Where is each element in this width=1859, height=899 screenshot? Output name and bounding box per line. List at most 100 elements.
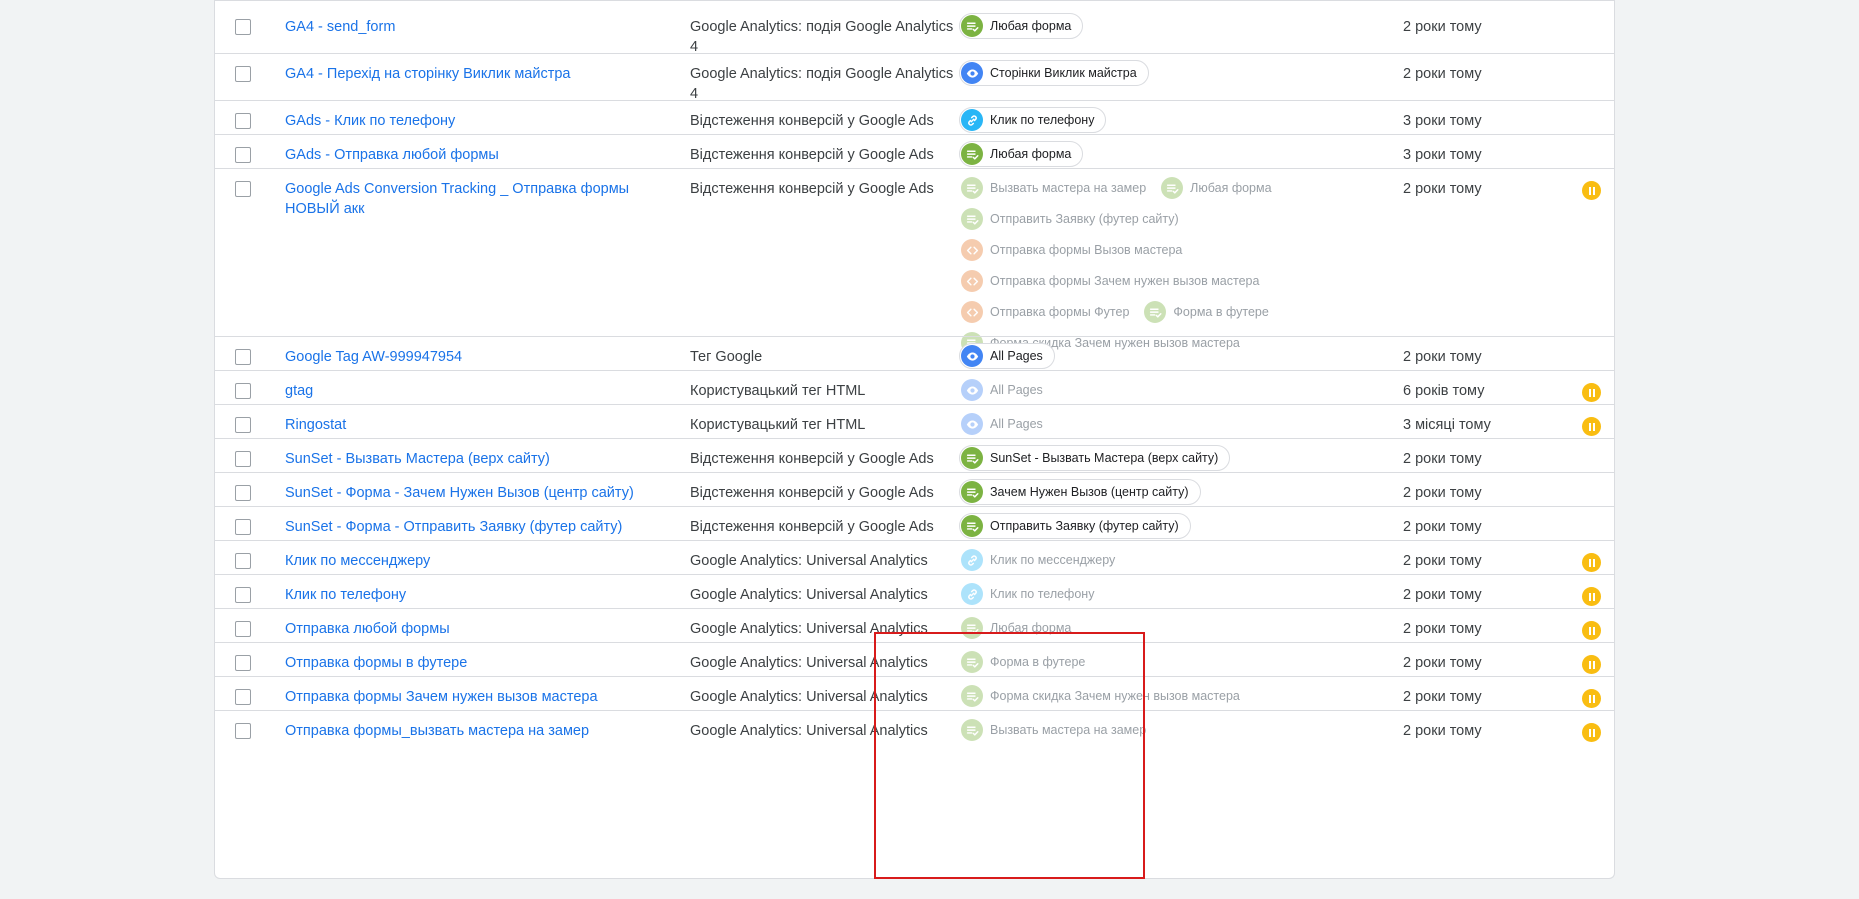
trigger-chip[interactable]: Форма в футере (959, 649, 1086, 675)
trigger-chip[interactable]: Отправка формы Футер (959, 299, 1130, 325)
trigger-chip[interactable]: Отправить Заявку (футер сайту) (959, 206, 1180, 232)
row-checkbox[interactable] (235, 147, 251, 163)
table-row[interactable]: Отправка формы Зачем нужен вызов мастера… (215, 676, 1614, 710)
tag-name-link[interactable]: SunSet - Форма - Зачем Нужен Вызов (цент… (285, 485, 634, 501)
tag-name-link[interactable]: gtag (285, 383, 313, 399)
paused-icon (1582, 723, 1601, 742)
paused-icon (1582, 655, 1601, 674)
table-row[interactable]: gtag Користувацький тег HTML All Pages 6… (215, 370, 1614, 404)
tag-name-link[interactable]: Отправка любой формы (285, 621, 450, 637)
trigger-chip[interactable]: Любая форма (1159, 175, 1272, 201)
row-checkbox-cell (215, 405, 285, 433)
row-checkbox[interactable] (235, 113, 251, 129)
row-checkbox[interactable] (235, 655, 251, 671)
trigger-chip[interactable]: All Pages (959, 411, 1044, 437)
table-row[interactable]: Отправка любой формы Google Analytics: U… (215, 608, 1614, 642)
row-checkbox[interactable] (235, 621, 251, 637)
row-checkbox[interactable] (235, 553, 251, 569)
table-row[interactable]: SunSet - Форма - Отправить Заявку (футер… (215, 506, 1614, 540)
tag-type: Тег Google (690, 349, 763, 365)
tag-name-link[interactable]: GAds - Отправка любой формы (285, 147, 499, 163)
tag-name-link[interactable]: Google Ads Conversion Tracking _ Отправк… (285, 181, 629, 217)
trigger-chip[interactable]: Отправка формы Вызов мастера (959, 237, 1183, 263)
row-checkbox[interactable] (235, 485, 251, 501)
table-row[interactable]: Google Tag AW-999947954 Тег Google All P… (215, 336, 1614, 370)
trigger-chip[interactable]: Форма скидка Зачем нужен вызов мастера (959, 683, 1241, 709)
tag-name-link[interactable]: Отправка формы_вызвать мастера на замер (285, 723, 589, 739)
tag-name-link[interactable]: GA4 - send_form (285, 19, 395, 35)
trigger-chip[interactable]: Клик по мессенджеру (959, 547, 1116, 573)
trigger-label: Отправить Заявку (футер сайту) (990, 519, 1179, 533)
tag-name-cell: Отправка формы Зачем нужен вызов мастера (285, 677, 690, 707)
status-cell (1582, 473, 1612, 485)
trigger-label: Форма в футере (1173, 305, 1269, 319)
trigger-chip[interactable]: Отправить Заявку (футер сайту) (959, 513, 1191, 539)
trigger-chip[interactable]: Сторінки Виклик майстра (959, 60, 1149, 86)
form-icon (1161, 177, 1184, 199)
row-checkbox-cell (215, 473, 285, 501)
table-row[interactable]: Отправка формы_вызвать мастера на замер … (215, 710, 1614, 744)
row-checkbox[interactable] (235, 689, 251, 705)
tag-name-link[interactable]: Клик по мессенджеру (285, 553, 430, 569)
table-row[interactable]: Отправка формы в футере Google Analytics… (215, 642, 1614, 676)
tag-name-link[interactable]: Отправка формы Зачем нужен вызов мастера (285, 689, 598, 705)
table-row[interactable]: Клик по телефону Google Analytics: Unive… (215, 574, 1614, 608)
row-checkbox[interactable] (235, 723, 251, 739)
trigger-chip[interactable]: All Pages (959, 377, 1044, 403)
tag-name-link[interactable]: GA4 - Перехід на сторінку Виклик майстра (285, 66, 571, 82)
row-checkbox[interactable] (235, 383, 251, 399)
table-row[interactable]: GAds - Клик по телефону Відстеження конв… (215, 100, 1614, 134)
form-icon (961, 177, 983, 199)
row-checkbox[interactable] (235, 451, 251, 467)
trigger-chip[interactable]: Клик по телефону (959, 581, 1095, 607)
last-edited: 2 роки тому (1403, 587, 1482, 603)
trigger-chip[interactable]: Форма в футере (1142, 299, 1269, 325)
trigger-chip[interactable]: Вызвать мастера на замер (959, 175, 1147, 201)
row-checkbox-cell (215, 169, 285, 197)
row-checkbox[interactable] (235, 19, 251, 35)
link-icon (961, 109, 983, 131)
trigger-label: Отправка формы Зачем нужен вызов мастера (990, 274, 1260, 288)
trigger-chip[interactable]: Вызвать мастера на замер (959, 717, 1147, 743)
tag-name-link[interactable]: Ringostat (285, 417, 346, 433)
firing-triggers: Любая форма (959, 7, 1403, 43)
table-row[interactable]: GA4 - send_form Google Analytics: подія … (215, 0, 1614, 55)
trigger-chip[interactable]: Отправка формы Зачем нужен вызов мастера (959, 268, 1260, 294)
row-checkbox-cell (215, 135, 285, 163)
row-checkbox[interactable] (235, 587, 251, 603)
table-row[interactable]: GAds - Отправка любой формы Відстеження … (215, 134, 1614, 168)
trigger-chip[interactable]: Любая форма (959, 615, 1072, 641)
table-row[interactable]: SunSet - Форма - Зачем Нужен Вызов (цент… (215, 472, 1614, 506)
row-checkbox[interactable] (235, 519, 251, 535)
row-checkbox-cell (215, 439, 285, 467)
trigger-chip[interactable]: Зачем Нужен Вызов (центр сайту) (959, 479, 1201, 505)
last-edited: 2 роки тому (1403, 19, 1482, 35)
row-checkbox[interactable] (235, 181, 251, 197)
tag-name-link[interactable]: Google Tag AW-999947954 (285, 349, 462, 365)
tag-name-link[interactable]: Отправка формы в футере (285, 655, 467, 671)
trigger-chip[interactable]: SunSet - Вызвать Мастера (верх сайту) (959, 445, 1231, 471)
table-row[interactable]: Клик по мессенджеру Google Analytics: Un… (215, 540, 1614, 574)
trigger-chip[interactable]: All Pages (959, 343, 1055, 369)
trigger-chip[interactable]: Клик по телефону (959, 107, 1107, 133)
paused-icon (1582, 417, 1601, 436)
trigger-chip[interactable]: Любая форма (959, 141, 1084, 167)
paused-icon (1582, 383, 1601, 402)
tag-name-link[interactable]: Клик по телефону (285, 587, 406, 603)
table-row[interactable]: Ringostat Користувацький тег HTML All Pa… (215, 404, 1614, 438)
tag-name-link[interactable]: SunSet - Форма - Отправить Заявку (футер… (285, 519, 622, 535)
table-row[interactable]: SunSet - Вызвать Мастера (верх сайту) Ві… (215, 438, 1614, 472)
firing-triggers: Сторінки Виклик майстра (959, 54, 1403, 90)
row-checkbox[interactable] (235, 349, 251, 365)
table-row[interactable]: Google Ads Conversion Tracking _ Отправк… (215, 168, 1614, 354)
row-checkbox[interactable] (235, 66, 251, 82)
tag-type: Відстеження конверсій у Google Ads (690, 181, 934, 197)
tag-name-link[interactable]: GAds - Клик по телефону (285, 113, 455, 129)
trigger-chip[interactable]: Любая форма (959, 13, 1084, 39)
tag-name-link[interactable]: SunSet - Вызвать Мастера (верх сайту) (285, 451, 550, 467)
status-cell (1582, 575, 1612, 606)
row-checkbox[interactable] (235, 417, 251, 433)
table-row[interactable]: GA4 - Перехід на сторінку Виклик майстра… (215, 53, 1614, 102)
last-edited: 6 років тому (1403, 383, 1485, 399)
firing-triggers: Зачем Нужен Вызов (центр сайту) (959, 473, 1403, 509)
